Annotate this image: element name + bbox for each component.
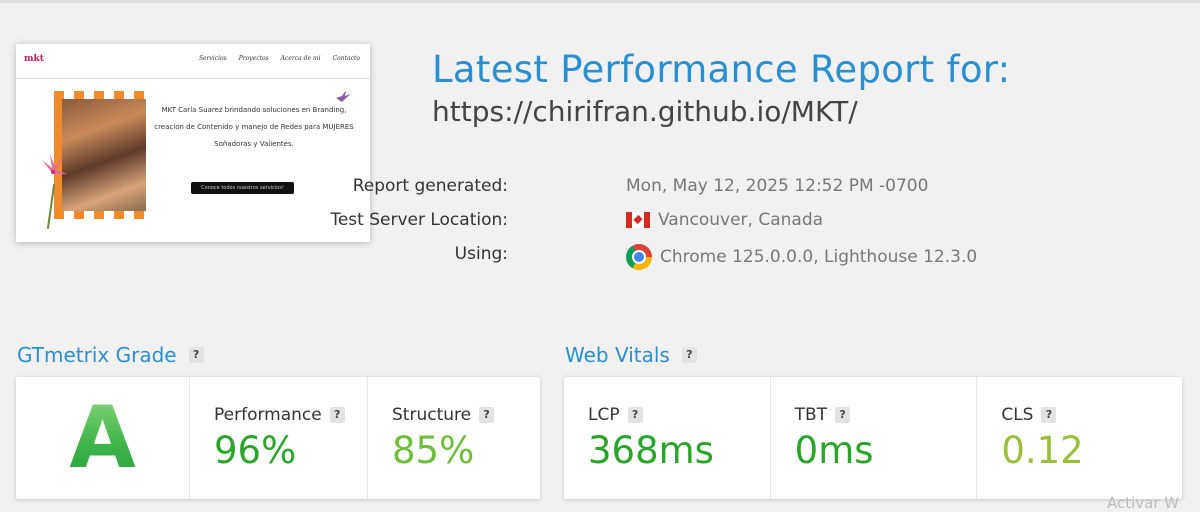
thumbnail-nav-item: Proyectos [238, 55, 269, 62]
using-row: Using: Chrome 125.0.0.0, Lighthouse 12.3… [400, 244, 1100, 270]
cls-label-row: CLS ? [1001, 405, 1057, 425]
report-generated-label: Report generated: [352, 176, 508, 196]
gtmetrix-grade-title: GTmetrix Grade [17, 343, 177, 367]
thumbnail-nav-links: Servicios Proyectos Acerca de mi Contact… [199, 55, 360, 62]
performance-cell: Performance ? 96% [189, 377, 367, 499]
thumbnail-photo-frame [54, 91, 154, 219]
performance-value: 96% [214, 429, 297, 472]
structure-cell: Structure ? 85% [367, 377, 540, 499]
performance-label: Performance [214, 405, 322, 425]
lcp-label-row: LCP ? [588, 405, 643, 425]
lcp-cell: LCP ? 368ms [564, 377, 770, 499]
lily-flower-icon [42, 154, 67, 174]
web-vitals-title: Web Vitals [565, 343, 670, 367]
gtmetrix-grade-heading: GTmetrix Grade ? [17, 343, 204, 367]
thumbnail-photo [62, 99, 146, 211]
question-icon[interactable]: ? [681, 347, 697, 363]
test-server-location-row: Test Server Location: Vancouver, Canada [330, 210, 1100, 234]
cls-value: 0.12 [1001, 429, 1084, 472]
thumbnail-tagline: MKT Carla Suarez brindando soluciones en… [154, 106, 354, 148]
grade-letter: A [16, 377, 189, 499]
thumbnail-nav-item: Acerca de mi [280, 55, 321, 62]
question-icon[interactable]: ? [835, 407, 851, 423]
chrome-icon [626, 244, 652, 270]
tbt-value: 0ms [794, 429, 874, 472]
using-label: Using: [454, 244, 508, 264]
question-icon[interactable]: ? [479, 407, 495, 423]
test-server-location-value: Vancouver, Canada [626, 210, 823, 230]
test-server-location-label: Test Server Location: [330, 210, 508, 230]
thumbnail-cta-button: Conoce todos nuestros servicios! [191, 182, 294, 194]
thumbnail-logo: mkt [24, 54, 44, 64]
using-text: Chrome 125.0.0.0, Lighthouse 12.3.0 [660, 247, 978, 267]
web-vitals-heading: Web Vitals ? [565, 343, 697, 367]
tbt-label-row: TBT ? [794, 405, 851, 425]
thumbnail-navbar: mkt Servicios Proyectos Acerca de mi Con… [16, 44, 370, 79]
top-border [0, 0, 1200, 3]
canada-flag-icon [626, 212, 650, 228]
question-icon[interactable]: ? [1041, 407, 1057, 423]
report-generated-text: Mon, May 12, 2025 12:52 PM -0700 [626, 176, 929, 196]
thumbnail-nav-item: Contacto [332, 55, 360, 62]
web-vitals-card: LCP ? 368ms TBT ? 0ms CLS ? 0.12 [564, 377, 1182, 499]
lcp-value: 368ms [588, 429, 714, 472]
lcp-label: LCP [588, 405, 620, 425]
tbt-label: TBT [794, 405, 828, 425]
report-generated-value: Mon, May 12, 2025 12:52 PM -0700 [626, 176, 928, 196]
grade-cell: A [16, 377, 189, 499]
structure-value: 85% [392, 429, 475, 472]
gtmetrix-grade-card: A Performance ? 96% Structure ? 85% [16, 377, 540, 499]
test-server-location-text: Vancouver, Canada [658, 210, 824, 230]
performance-label-row: Performance ? [214, 405, 345, 425]
page-screenshot-thumbnail[interactable]: mkt Servicios Proyectos Acerca de mi Con… [16, 44, 370, 242]
structure-label-row: Structure ? [392, 405, 495, 425]
activation-watermark: Activar W [1107, 494, 1180, 512]
report-generated-row: Report generated: Mon, May 12, 2025 12:5… [353, 176, 1100, 200]
report-title: Latest Performance Report for: [432, 48, 1011, 91]
structure-label: Structure [392, 405, 472, 425]
tbt-cell: TBT ? 0ms [769, 377, 977, 499]
question-icon[interactable]: ? [188, 347, 204, 363]
hummingbird-icon [336, 90, 351, 102]
question-icon[interactable]: ? [627, 407, 643, 423]
cls-label: CLS [1001, 405, 1034, 425]
question-icon[interactable]: ? [329, 407, 345, 423]
report-url[interactable]: https://chirifran.github.io/MKT/ [432, 95, 858, 128]
using-value: Chrome 125.0.0.0, Lighthouse 12.3.0 [626, 244, 977, 270]
cls-cell: CLS ? 0.12 [976, 377, 1182, 499]
thumbnail-nav-item: Servicios [198, 55, 227, 62]
